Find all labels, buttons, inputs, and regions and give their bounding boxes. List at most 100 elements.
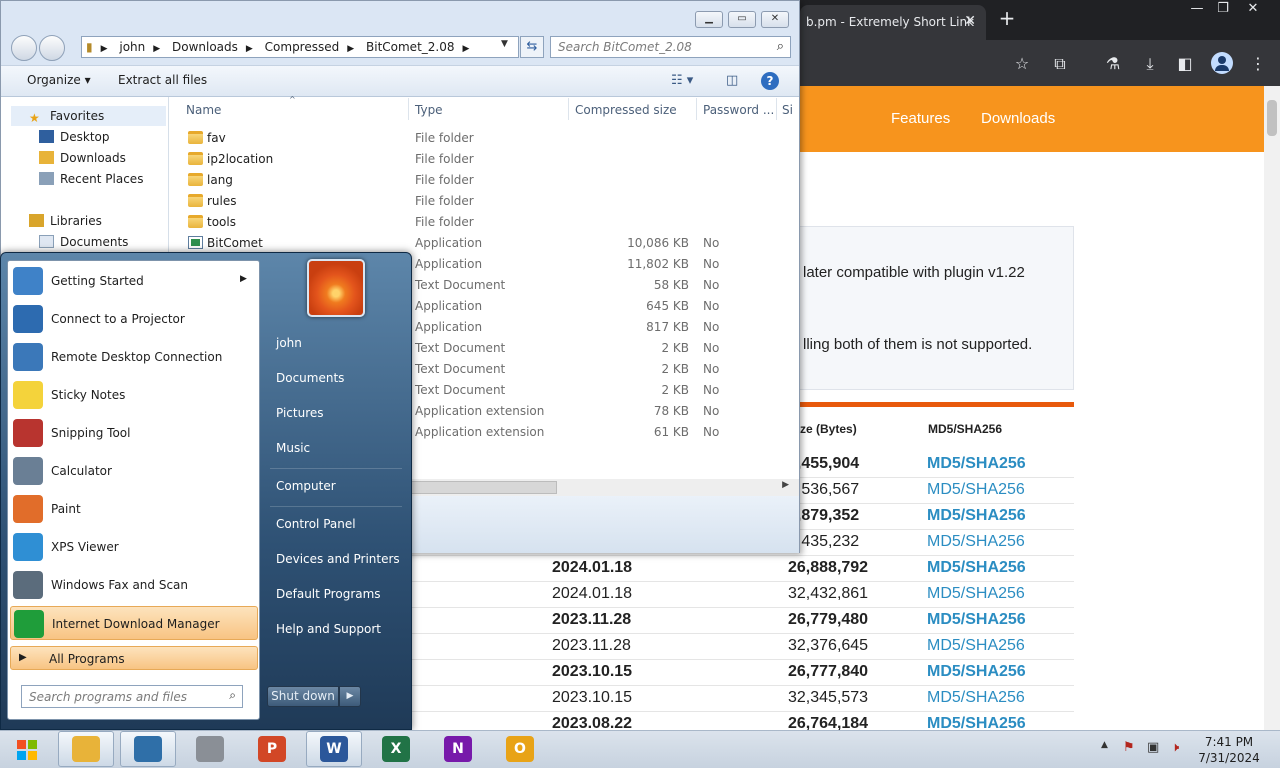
new-tab-button[interactable]: + — [996, 8, 1018, 30]
chevron-right-icon[interactable]: ▶ — [782, 480, 789, 490]
shutdown-options-icon[interactable]: ▶ — [339, 686, 361, 707]
hash-link[interactable]: MD5/SHA256 — [927, 689, 1025, 707]
tab-close-icon[interactable]: ✕ — [964, 13, 976, 29]
start-program-item[interactable]: Snipping Tool — [10, 416, 258, 450]
nav-libraries[interactable]: Libraries — [29, 214, 102, 228]
volume-muted-icon[interactable]: 🕨 — [1171, 740, 1179, 755]
breadcrumb-john[interactable]: john — [119, 40, 145, 54]
hash-link[interactable]: MD5/SHA256 — [927, 507, 1026, 525]
nav-downloads[interactable]: Downloads — [981, 110, 1055, 127]
start-right-item[interactable]: Computer — [276, 479, 336, 493]
nav-documents[interactable]: Documents — [39, 235, 128, 249]
excel-icon[interactable]: X — [382, 736, 410, 762]
start-right-item[interactable]: Pictures — [276, 406, 324, 420]
column-divider[interactable] — [408, 98, 409, 120]
start-program-item[interactable]: Paint — [10, 492, 258, 526]
start-right-item[interactable]: Default Programs — [276, 587, 381, 601]
file-row[interactable]: ip2location File folder — [169, 149, 799, 170]
start-right-item[interactable]: Devices and Printers — [276, 552, 400, 566]
profile-avatar[interactable] — [1211, 52, 1233, 74]
chevron-down-icon[interactable]: ▼ — [501, 39, 508, 49]
hash-link[interactable]: MD5/SHA256 — [927, 481, 1025, 499]
start-button[interactable] — [8, 733, 46, 765]
back-button[interactable] — [11, 35, 37, 61]
start-right-item[interactable]: Music — [276, 441, 310, 455]
extract-all-button[interactable]: Extract all files — [118, 73, 207, 87]
column-divider[interactable] — [776, 98, 777, 120]
network-icon[interactable]: ▣ — [1147, 740, 1159, 755]
breadcrumb-compressed[interactable]: Compressed — [265, 40, 340, 54]
archive-icon[interactable] — [196, 736, 224, 762]
file-row[interactable]: rules File folder — [169, 191, 799, 212]
organize-button[interactable]: Organize ▾ — [27, 73, 91, 87]
start-program-item[interactable]: Sticky Notes — [10, 378, 258, 412]
column-compressed-size[interactable]: Compressed size — [575, 103, 677, 117]
nav-desktop[interactable]: Desktop — [39, 130, 110, 144]
powerpoint-icon[interactable]: P — [258, 736, 286, 762]
hash-link[interactable]: MD5/SHA256 — [927, 455, 1026, 473]
file-row[interactable]: fav File folder — [169, 128, 799, 149]
outlook-icon[interactable]: O — [506, 736, 534, 762]
hash-link[interactable]: MD5/SHA256 — [927, 663, 1026, 681]
view-options-icon[interactable]: ☷ ▾ — [671, 73, 693, 88]
onenote-icon[interactable]: N — [444, 736, 472, 762]
nav-favorites[interactable]: ★ Favorites — [29, 109, 104, 125]
start-right-item[interactable]: Documents — [276, 371, 344, 385]
close-icon[interactable]: ✕ — [1240, 2, 1266, 18]
start-program-item[interactable]: Calculator — [10, 454, 258, 488]
explorer-search-input[interactable]: Search BitComet_2.08 ⌕ — [550, 36, 791, 58]
nav-features[interactable]: Features — [891, 110, 950, 127]
browser-icon[interactable] — [134, 736, 162, 762]
help-icon[interactable]: ? — [761, 72, 779, 90]
browser-tab[interactable]: b.pm - Extremely Short Link ✕ — [800, 5, 986, 40]
labs-flask-icon[interactable]: ⚗ — [1101, 53, 1125, 75]
preview-pane-icon[interactable]: ◫ — [726, 73, 738, 88]
hash-link[interactable]: MD5/SHA256 — [927, 533, 1025, 551]
file-explorer-icon[interactable] — [72, 736, 100, 762]
breadcrumb-bitcomet[interactable]: BitComet_2.08 — [366, 40, 455, 54]
hash-link[interactable]: MD5/SHA256 — [927, 611, 1026, 629]
chevron-right-icon[interactable]: ▶ — [240, 274, 247, 284]
column-divider[interactable] — [568, 98, 569, 120]
minimize-icon[interactable]: — — [1184, 2, 1210, 18]
side-panel-icon[interactable]: ◧ — [1173, 53, 1197, 75]
download-icon[interactable]: ⤓ — [1138, 53, 1162, 75]
start-program-item[interactable]: XPS Viewer — [10, 530, 258, 564]
column-size[interactable]: Si — [782, 103, 793, 117]
word-icon[interactable]: W — [320, 736, 348, 762]
start-program-item[interactable]: Connect to a Projector — [10, 302, 258, 336]
nav-downloads[interactable]: Downloads — [39, 151, 126, 165]
taskbar-clock[interactable]: 7:41 PM 7/31/2024 — [1196, 734, 1262, 766]
close-icon[interactable]: ✕ — [761, 11, 789, 28]
hash-link[interactable]: MD5/SHA256 — [927, 637, 1025, 655]
column-name[interactable]: Name — [186, 103, 221, 117]
action-center-icon[interactable]: ⚑ — [1123, 740, 1135, 755]
show-hidden-icons-icon[interactable]: ▲ — [1101, 740, 1108, 750]
refresh-icon[interactable]: ⇆ — [520, 36, 544, 58]
start-program-item[interactable]: Windows Fax and Scan — [10, 568, 258, 602]
horizontal-scrollbar[interactable]: ▶ — [411, 479, 799, 496]
file-row[interactable]: tools File folder — [169, 212, 799, 233]
nav-recent-places[interactable]: Recent Places — [39, 172, 143, 186]
page-scrollbar[interactable] — [1264, 86, 1280, 730]
minimize-icon[interactable]: ▁ — [695, 11, 723, 28]
start-right-item[interactable]: Help and Support — [276, 622, 381, 636]
start-right-item[interactable]: Control Panel — [276, 517, 356, 531]
start-program-item[interactable]: Getting Started ▶ — [10, 264, 258, 298]
maximize-icon[interactable]: ▭ — [728, 11, 756, 28]
start-search-input[interactable]: Search programs and files ⌕ — [21, 685, 243, 708]
forward-button[interactable] — [39, 35, 65, 61]
all-programs-button[interactable]: ▶ All Programs — [10, 646, 258, 670]
start-right-item[interactable]: john — [276, 336, 302, 350]
start-program-item[interactable]: Remote Desktop Connection — [10, 340, 258, 374]
hash-link[interactable]: MD5/SHA256 — [927, 585, 1025, 603]
shut-down-button[interactable]: Shut down — [267, 686, 339, 707]
file-row[interactable]: lang File folder — [169, 170, 799, 191]
menu-kebab-icon[interactable]: ⋮ — [1246, 53, 1270, 75]
file-row[interactable]: BitComet Application 10,086 KB No — [169, 233, 799, 254]
column-divider[interactable] — [696, 98, 697, 120]
column-password[interactable]: Password ... — [703, 103, 774, 117]
extensions-icon[interactable]: ⧉ — [1048, 53, 1072, 75]
start-program-item[interactable]: Internet Download Manager — [10, 606, 258, 640]
hash-link[interactable]: MD5/SHA256 — [927, 559, 1026, 577]
